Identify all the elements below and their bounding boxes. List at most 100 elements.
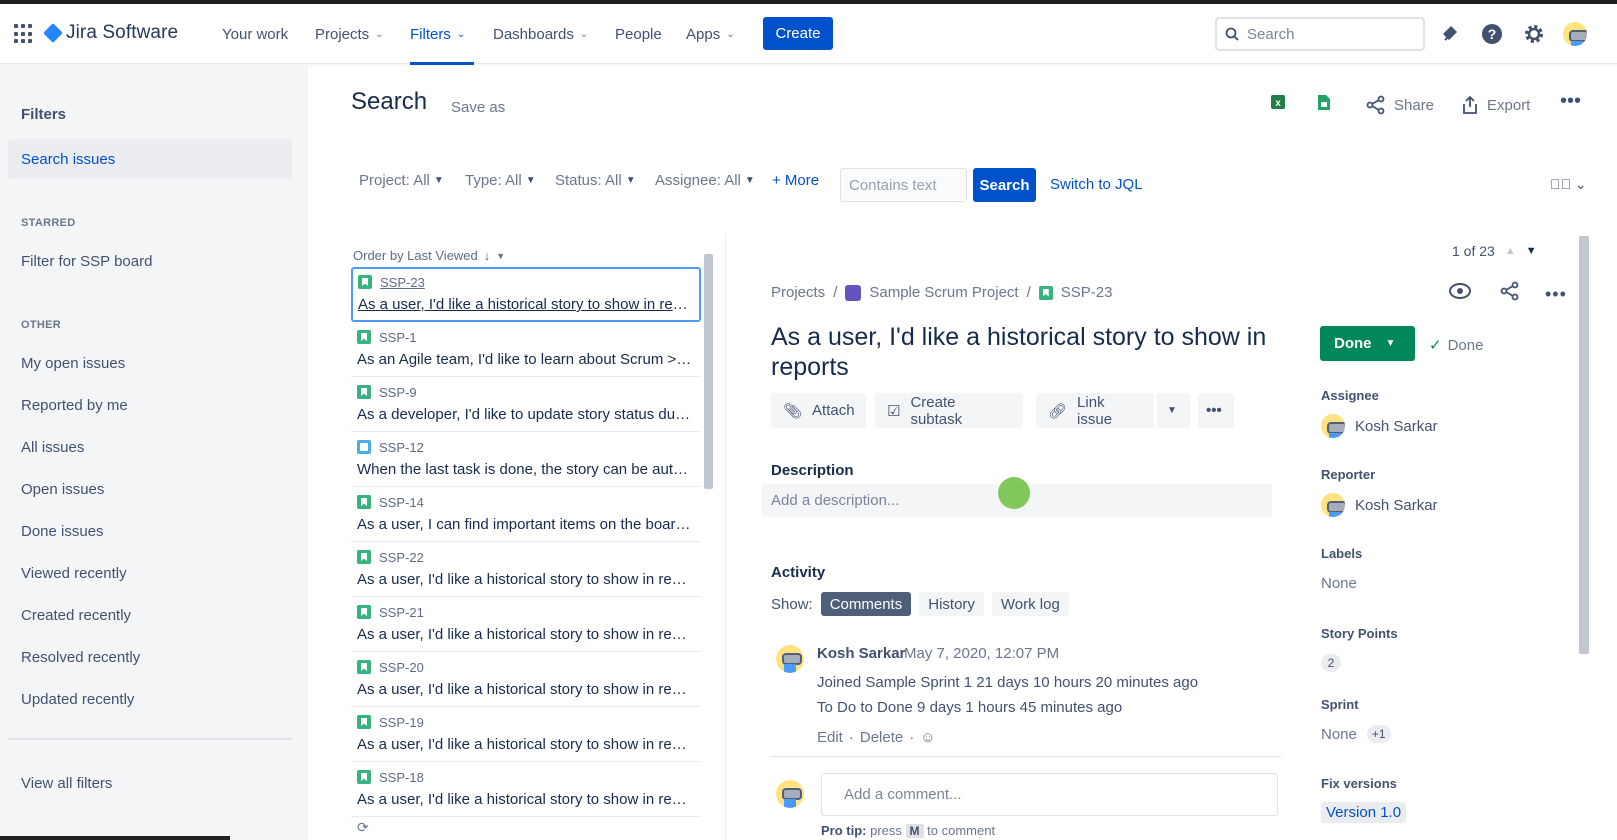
- attach-button[interactable]: 📎︎ Attach: [771, 393, 866, 428]
- story-icon: [1038, 285, 1053, 300]
- assignee-field[interactable]: Kosh Sarkar: [1321, 414, 1438, 438]
- link-dropdown-button[interactable]: ▼: [1157, 393, 1190, 428]
- nav-projects[interactable]: Projects ⌄: [315, 4, 384, 64]
- list-item[interactable]: SSP-14 As a user, I can find important i…: [351, 487, 701, 542]
- nav-dashboards[interactable]: Dashboards ⌄: [493, 4, 588, 64]
- more-toolbar-icon[interactable]: •••: [1198, 393, 1234, 428]
- status-dropdown-button[interactable]: Done ▼: [1320, 326, 1415, 361]
- refresh-icon[interactable]: ⟳: [357, 819, 369, 836]
- project-filter[interactable]: Project: All ▼: [359, 172, 444, 189]
- issue-title[interactable]: As a user, I'd like a historical story t…: [771, 322, 1291, 382]
- edit-comment-link[interactable]: Edit: [817, 729, 843, 746]
- global-search-input[interactable]: Search: [1215, 17, 1425, 51]
- issue-summary: As a user, I'd like a historical story t…: [357, 571, 695, 588]
- profile-avatar[interactable]: [1563, 22, 1587, 46]
- list-item[interactable]: SSP-12 When the last task is done, the s…: [351, 432, 701, 487]
- layout-toggle-icon[interactable]: ▯⃞ ⌄: [1550, 176, 1587, 193]
- issue-key: SSP-12: [357, 438, 695, 456]
- nav-your-work[interactable]: Your work: [222, 4, 288, 64]
- more-filters-button[interactable]: + More: [772, 172, 819, 189]
- detail-scrollbar[interactable]: [1579, 236, 1589, 840]
- help-icon[interactable]: ?: [1480, 22, 1504, 46]
- breadcrumb-project[interactable]: Sample Scrum Project: [869, 284, 1018, 301]
- chevron-down-icon[interactable]: ▼: [1526, 245, 1537, 257]
- tab-comments[interactable]: Comments: [820, 592, 912, 616]
- breadcrumb-projects[interactable]: Projects: [771, 284, 825, 301]
- scrollbar-thumb[interactable]: [704, 254, 713, 489]
- type-filter[interactable]: Type: All ▼: [465, 172, 536, 189]
- svg-text:x: x: [1275, 98, 1281, 109]
- create-subtask-button[interactable]: ☑ Create subtask: [875, 393, 1023, 428]
- switch-to-jql-link[interactable]: Switch to JQL: [1050, 176, 1143, 193]
- reporter-field[interactable]: Kosh Sarkar: [1321, 493, 1438, 517]
- arrow-down-icon: ↓: [483, 248, 491, 263]
- order-by-control[interactable]: Order by Last Viewed ↓ ▼: [353, 248, 505, 263]
- sidebar-item-viewed-recently[interactable]: Viewed recently: [21, 565, 127, 582]
- story-points-badge: 2: [1321, 654, 1341, 672]
- search-button[interactable]: Search: [973, 168, 1036, 202]
- sidebar-item-all-issues[interactable]: All issues: [21, 439, 84, 456]
- nav-people[interactable]: People: [615, 4, 662, 64]
- share-button[interactable]: Share: [1366, 95, 1434, 115]
- list-item[interactable]: SSP-18 As a user, I'd like a historical …: [351, 762, 701, 817]
- list-item[interactable]: SSP-19 As a user, I'd like a historical …: [351, 707, 701, 762]
- view-all-filters-link[interactable]: View all filters: [21, 775, 112, 792]
- list-item[interactable]: SSP-1 As an Agile team, I'd like to lear…: [351, 322, 701, 377]
- nav-filters[interactable]: Filters ⌄: [410, 4, 474, 65]
- sidebar-item-reported-by-me[interactable]: Reported by me: [21, 397, 128, 414]
- fix-version-lozenge[interactable]: Version 1.0: [1321, 802, 1407, 823]
- sidebar-item-filter-ssp-board[interactable]: Filter for SSP board: [21, 253, 152, 270]
- issue-key: SSP-21: [357, 603, 695, 621]
- sprint-field[interactable]: None +1: [1321, 725, 1391, 743]
- nav-apps[interactable]: Apps ⌄: [686, 4, 735, 64]
- share-icon[interactable]: [1500, 281, 1520, 304]
- scrollbar-thumb[interactable]: [1579, 236, 1589, 654]
- breadcrumb-issue-key[interactable]: SSP-23: [1061, 284, 1113, 301]
- sidebar-item-my-open-issues[interactable]: My open issues: [21, 355, 125, 372]
- contains-text-input[interactable]: Contains text: [840, 168, 967, 202]
- avatar: [776, 645, 804, 673]
- more-actions-icon[interactable]: •••: [1545, 284, 1567, 305]
- sidebar-item-open-issues[interactable]: Open issues: [21, 481, 104, 498]
- assignee-filter[interactable]: Assignee: All ▼: [655, 172, 755, 189]
- sidebar-item-created-recently[interactable]: Created recently: [21, 607, 131, 624]
- list-item[interactable]: SSP-20 As a user, I'd like a historical …: [351, 652, 701, 707]
- sidebar-item-search-issues[interactable]: Search issues: [8, 139, 292, 179]
- labels-field[interactable]: None: [1321, 575, 1357, 592]
- sidebar-item-done-issues[interactable]: Done issues: [21, 523, 104, 540]
- list-item[interactable]: SSP-21 As a user, I'd like a historical …: [351, 597, 701, 652]
- list-item[interactable]: SSP-9 As a developer, I'd like to update…: [351, 377, 701, 432]
- jira-logo[interactable]: Jira Software: [43, 22, 179, 44]
- notifications-icon[interactable]: [1439, 22, 1463, 46]
- pro-tip-text: press: [870, 823, 902, 838]
- tab-history[interactable]: History: [919, 592, 984, 616]
- sprint-extra-badge[interactable]: +1: [1366, 725, 1391, 743]
- settings-icon[interactable]: [1522, 22, 1546, 46]
- issue-list-scrollbar[interactable]: [703, 242, 713, 807]
- save-as-button[interactable]: Save as: [451, 99, 505, 116]
- add-reaction-icon[interactable]: ☺: [920, 729, 935, 746]
- sidebar-item-resolved-recently[interactable]: Resolved recently: [21, 649, 140, 666]
- watch-icon[interactable]: [1448, 281, 1472, 304]
- create-button[interactable]: Create: [763, 17, 833, 50]
- sidebar-item-updated-recently[interactable]: Updated recently: [21, 691, 134, 708]
- excel-export-icon[interactable]: x: [1271, 95, 1285, 109]
- add-comment-input[interactable]: Add a comment...: [821, 773, 1278, 816]
- list-item[interactable]: SSP-23 As a user, I'd like a historical …: [351, 267, 701, 322]
- status-filter[interactable]: Status: All ▼: [555, 172, 636, 189]
- link-issue-button[interactable]: 🔗︎ Link issue: [1036, 393, 1154, 428]
- chevron-up-icon[interactable]: ▲: [1505, 245, 1516, 257]
- tab-work-log[interactable]: Work log: [991, 592, 1069, 616]
- panel-splitter[interactable]: [725, 233, 726, 840]
- delete-comment-link[interactable]: Delete: [860, 729, 903, 746]
- story-points-field[interactable]: 2: [1321, 654, 1341, 672]
- google-sheets-icon[interactable]: [1318, 95, 1330, 110]
- labels-label: Labels: [1321, 546, 1363, 561]
- list-item[interactable]: SSP-22 As a user, I'd like a historical …: [351, 542, 701, 597]
- export-button[interactable]: Export: [1461, 95, 1530, 115]
- product-name: Jira Software: [66, 22, 179, 43]
- comment-author[interactable]: Kosh Sarkar: [817, 645, 905, 662]
- more-actions-icon[interactable]: •••: [1560, 90, 1581, 113]
- horizontal-scrollbar[interactable]: [0, 836, 230, 840]
- app-switcher-icon[interactable]: [14, 24, 34, 44]
